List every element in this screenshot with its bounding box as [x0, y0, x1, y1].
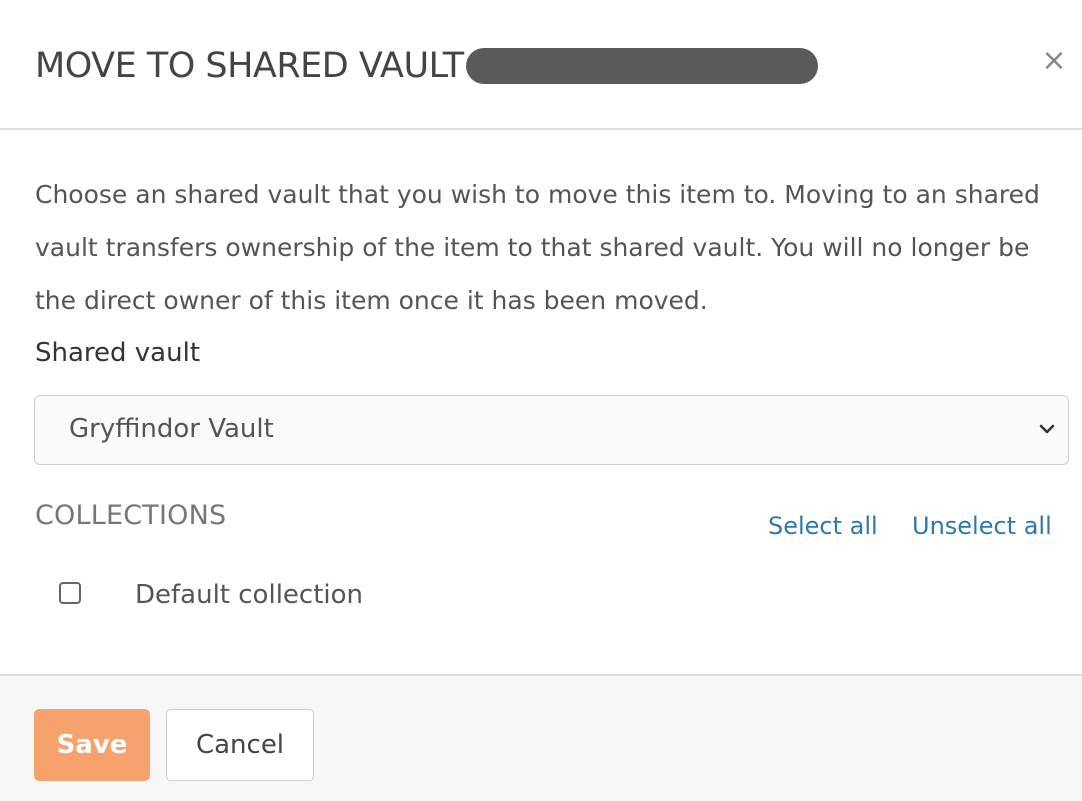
dialog-footer: Save Cancel: [0, 674, 1082, 801]
cancel-button[interactable]: Cancel: [166, 709, 314, 781]
dialog-title-text: MOVE TO SHARED VAULT: [35, 46, 464, 86]
shared-vault-label: Shared vault: [35, 338, 201, 368]
collections-heading: COLLECTIONS: [35, 500, 227, 531]
default-collection-checkbox[interactable]: [59, 582, 81, 604]
default-collection-label[interactable]: Default collection: [135, 580, 363, 610]
chevron-down-icon: [1039, 424, 1055, 434]
shared-vault-select[interactable]: Gryffindor Vault: [34, 395, 1069, 465]
dialog-header: MOVE TO SHARED VAULT ×: [0, 0, 1082, 130]
redacted-item-name: [465, 48, 818, 84]
close-icon[interactable]: ×: [1040, 46, 1068, 76]
move-to-shared-vault-dialog: MOVE TO SHARED VAULT × Choose an shared …: [0, 0, 1082, 801]
shared-vault-selected-value: Gryffindor Vault: [69, 414, 274, 444]
select-all-link[interactable]: Select all: [768, 512, 878, 540]
unselect-all-link[interactable]: Unselect all: [912, 512, 1052, 540]
dialog-title: MOVE TO SHARED VAULT: [35, 46, 818, 86]
save-button[interactable]: Save: [34, 709, 150, 781]
description-text: Choose an shared vault that you wish to …: [35, 180, 1040, 315]
dialog-body: Choose an shared vault that you wish to …: [0, 130, 1082, 674]
